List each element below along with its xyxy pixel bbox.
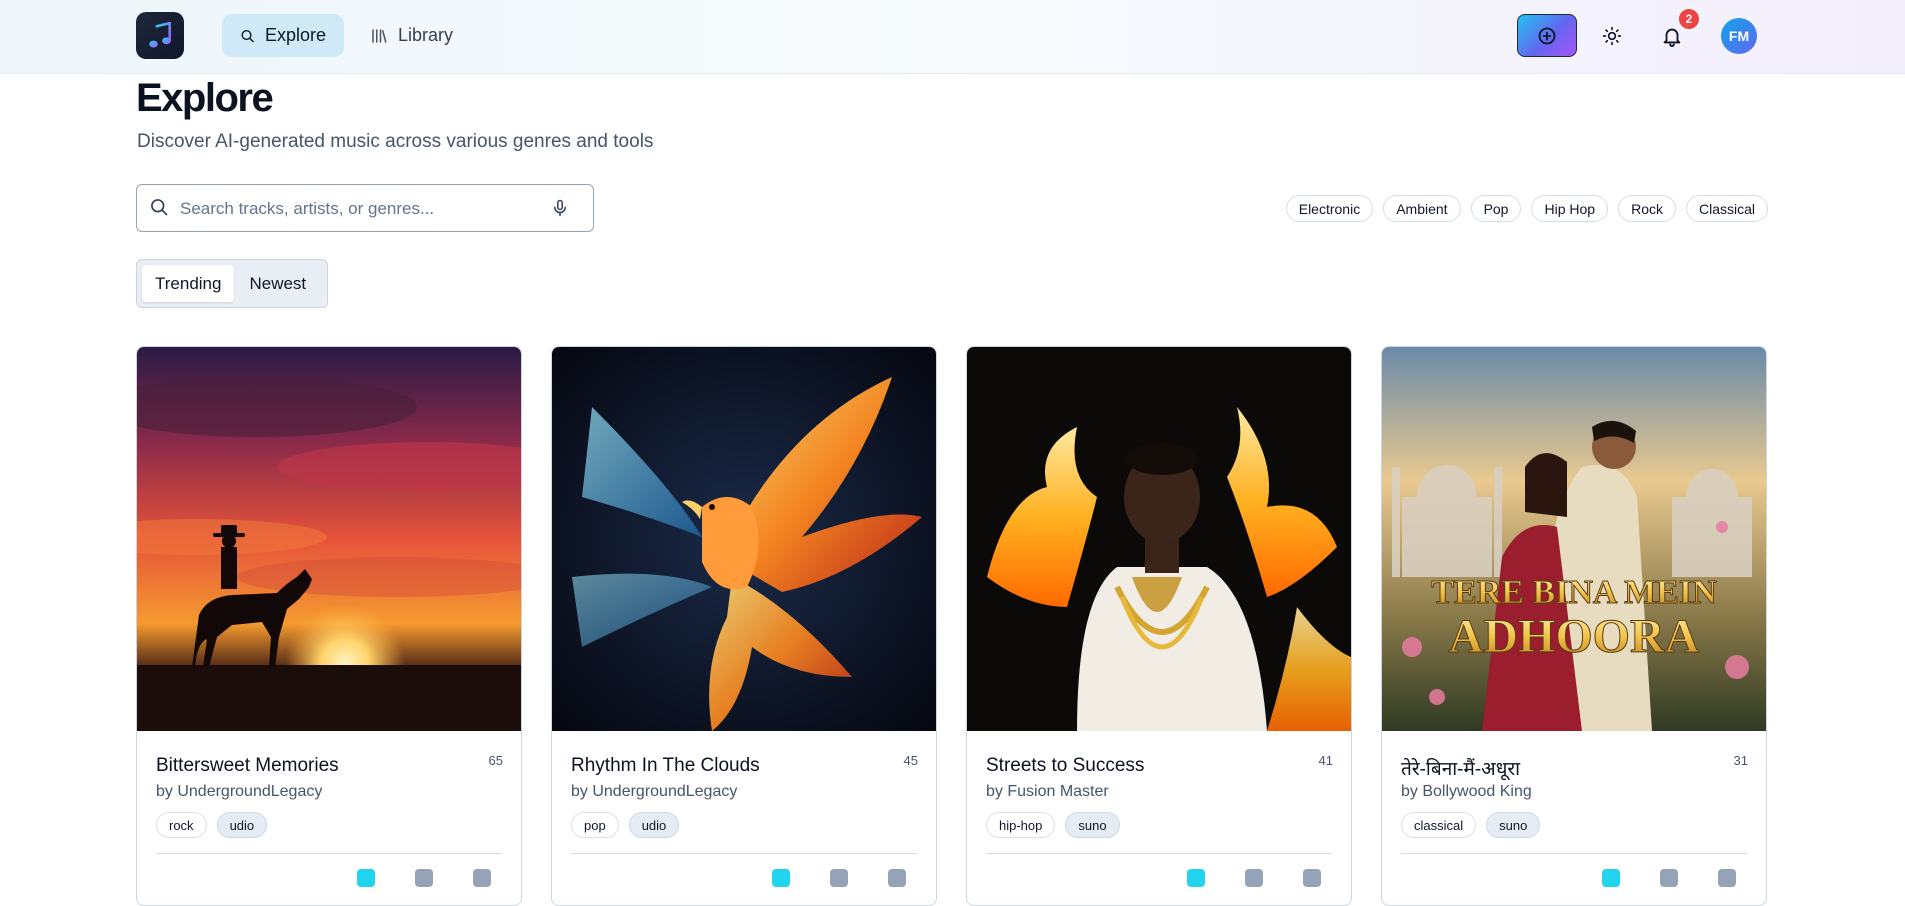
play-icon[interactable] [1187,869,1205,887]
play-icon[interactable] [1602,869,1620,887]
track-tags: rock udio [156,812,268,838]
track-tags: classical suno [1401,812,1541,838]
track-card[interactable]: TERE BINA MEIN ADHOORA तेरे-बिना-मैं-अधू… [1381,346,1767,906]
track-actions [1602,869,1736,887]
search-icon [241,29,254,42]
genre-tag[interactable]: hip-hop [986,812,1056,838]
cover-art-taj-mahal-couple: TERE BINA MEIN ADHOORA [1382,347,1766,731]
plus-circle-icon [1538,27,1556,44]
card-divider [156,853,502,854]
share-icon[interactable] [888,869,906,887]
track-tags: hip-hop suno [986,812,1120,838]
track-play-count: 41 [1318,753,1333,768]
cover-art-text-line2: ADHOORA [1449,610,1700,663]
sun-icon [1602,26,1622,46]
notification-count-badge: 2 [1677,7,1701,31]
nav-explore-label: Explore [264,25,326,45]
genre-chip-hip-hop[interactable]: Hip Hop [1531,195,1609,222]
tool-tag[interactable]: udio [216,812,268,838]
cover-art-man-in-flames [967,347,1351,731]
track-artist[interactable]: by Bollywood King [1401,783,1532,801]
track-artist[interactable]: by UndergroundLegacy [571,783,737,801]
track-tags: pop udio [571,812,680,838]
genre-filter-list: Electronic Ambient Pop Hip Hop Rock Clas… [1285,195,1768,222]
tab-newest[interactable]: Newest [236,265,319,302]
create-track-button[interactable] [1517,14,1577,57]
track-artist[interactable]: by UndergroundLegacy [156,783,322,801]
page-title: Explore [136,76,274,120]
share-icon[interactable] [473,869,491,887]
track-card[interactable]: Streets to Success by Fusion Master 41 h… [966,346,1352,906]
user-avatar[interactable]: FM [1721,18,1757,54]
genre-chip-classical[interactable]: Classical [1685,195,1768,222]
cover-art-fire-phoenix [552,347,936,731]
genre-chip-ambient[interactable]: Ambient [1383,195,1461,222]
track-card[interactable]: Rhythm In The Clouds by UndergroundLegac… [551,346,937,906]
track-actions [1187,869,1321,887]
tool-tag[interactable]: udio [628,812,680,838]
track-artist[interactable]: by Fusion Master [986,783,1109,801]
nav-library[interactable]: Library [352,14,482,57]
top-bar: Explore Library 2 FM [0,0,1905,74]
tool-tag[interactable]: suno [1486,812,1541,838]
track-play-count: 65 [488,753,503,768]
track-play-count: 31 [1733,753,1748,768]
microphone-icon[interactable] [551,198,569,218]
play-icon[interactable] [772,869,790,887]
comment-icon[interactable] [830,869,848,887]
bell-icon [1663,28,1681,47]
track-play-count: 45 [903,753,918,768]
genre-chip-rock[interactable]: Rock [1618,195,1676,222]
card-divider [986,853,1332,854]
comment-icon[interactable] [1660,869,1678,887]
track-title[interactable]: Bittersweet Memories [156,755,339,777]
search-input[interactable] [180,195,540,223]
track-card[interactable]: Bittersweet Memories by UndergroundLegac… [136,346,522,906]
tool-tag[interactable]: suno [1065,812,1120,838]
sort-tabs: Trending Newest [136,259,328,308]
genre-chip-electronic[interactable]: Electronic [1285,195,1374,222]
share-icon[interactable] [1303,869,1321,887]
nav-library-label: Library [398,25,454,45]
comment-icon[interactable] [415,869,433,887]
library-icon [372,28,387,43]
play-icon[interactable] [357,869,375,887]
genre-chip-pop[interactable]: Pop [1470,195,1522,222]
music-note-icon [149,21,171,48]
track-title[interactable]: Streets to Success [986,755,1144,777]
page-subtitle: Discover AI-generated music across vario… [137,131,654,152]
cover-art-cowboy-sunset [137,347,521,731]
cover-art-text-line1: TERE BINA MEIN [1431,574,1717,611]
genre-tag[interactable]: pop [571,812,619,838]
track-title[interactable]: तेरे-बिना-मैं-अधूरा [1401,755,1520,781]
track-actions [357,869,491,887]
tab-trending[interactable]: Trending [142,265,235,302]
search-box [136,184,594,232]
genre-tag[interactable]: rock [156,812,207,838]
track-title[interactable]: Rhythm In The Clouds [571,755,760,777]
app-logo[interactable] [136,12,184,59]
genre-tag[interactable]: classical [1401,812,1477,838]
track-actions [772,869,906,887]
card-divider [1401,853,1747,854]
card-divider [571,853,917,854]
comment-icon[interactable] [1245,869,1263,887]
search-icon [151,199,168,216]
share-icon[interactable] [1718,869,1736,887]
theme-toggle-button[interactable] [1594,18,1630,54]
nav-explore[interactable]: Explore [222,14,344,57]
